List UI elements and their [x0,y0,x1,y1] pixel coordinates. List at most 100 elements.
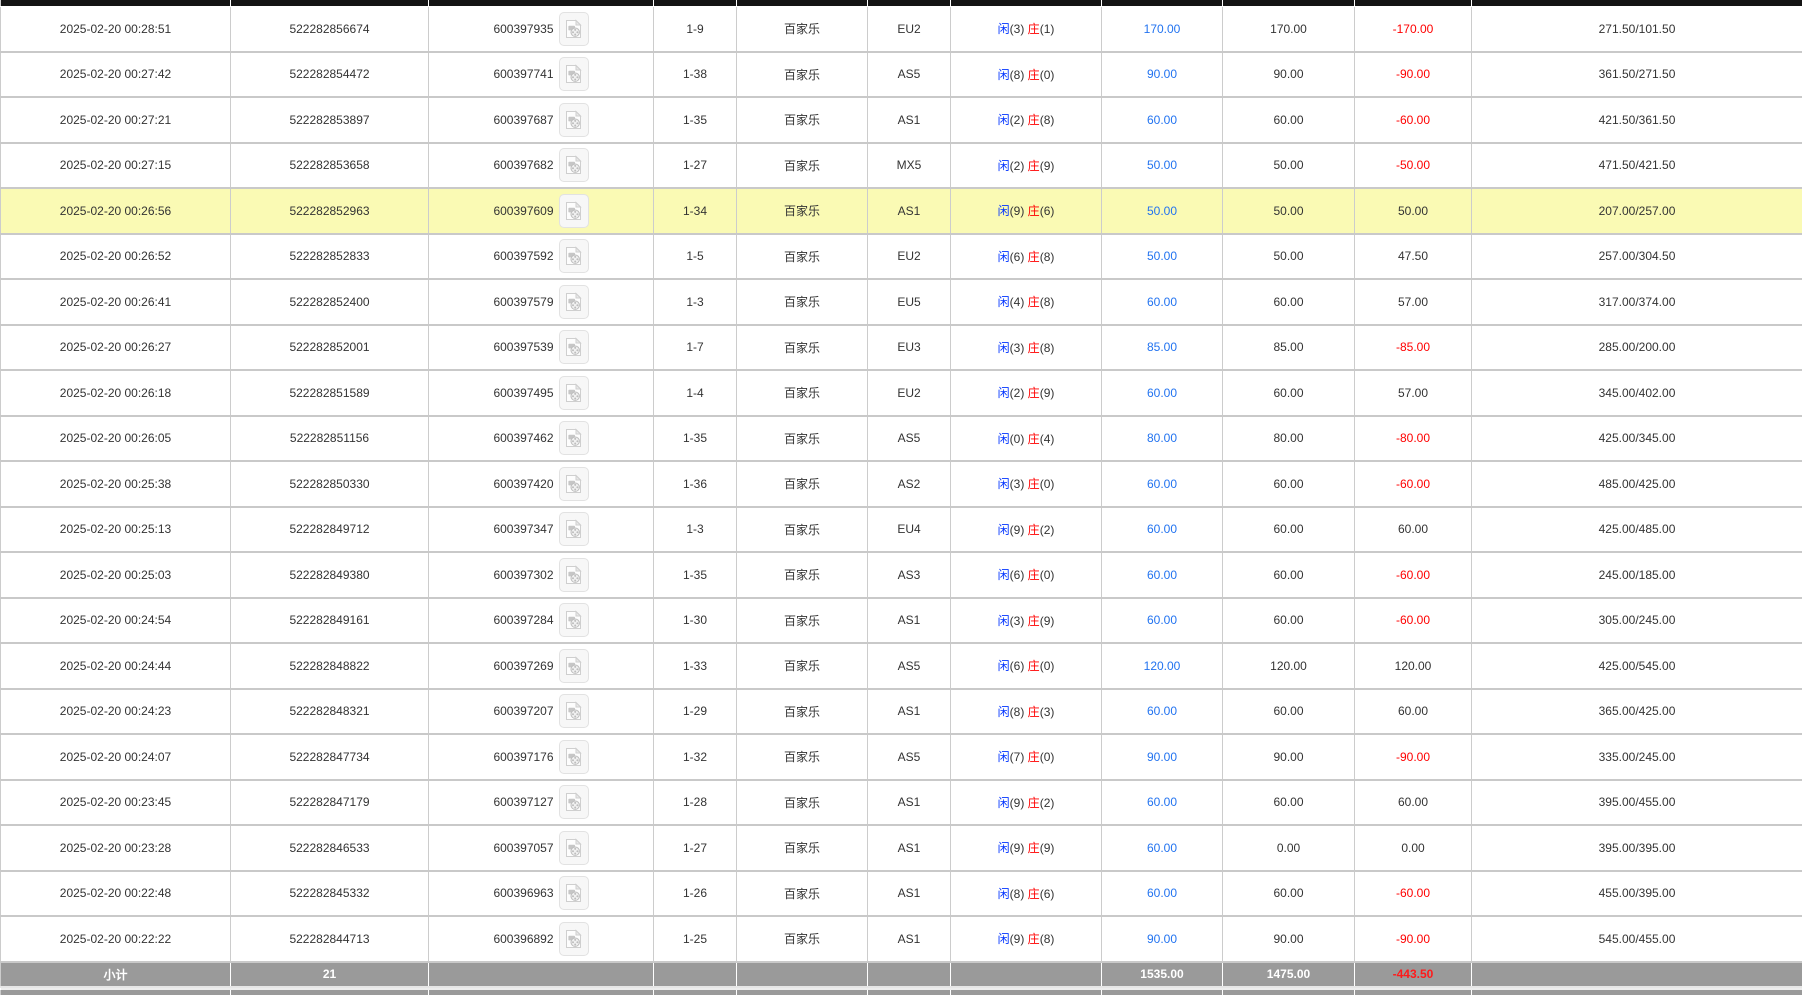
bet-amount-link[interactable]: 60.00 [1147,386,1177,400]
video-replay-button[interactable] [559,785,589,819]
cell-bet-amount: 170.00 [1102,7,1223,52]
bet-amount-link[interactable]: 60.00 [1147,841,1177,855]
video-replay-button[interactable] [559,57,589,91]
banker-label: 庄 [1028,659,1040,673]
film-icon [565,292,582,312]
bet-amount-link[interactable]: 60.00 [1147,522,1177,536]
table-row[interactable]: 2025-02-20 00:26:56 522282852963 6003976… [1,188,1802,234]
table-row[interactable]: 2025-02-20 00:26:05 522282851156 6003974… [1,416,1802,462]
video-replay-button[interactable] [559,694,589,728]
table-row[interactable]: 2025-02-20 00:25:03 522282849380 6003973… [1,552,1802,598]
table-row[interactable]: 2025-02-20 00:24:44 522282848822 6003972… [1,643,1802,689]
video-replay-button[interactable] [559,421,589,455]
cell-win-loss: 60.00 [1355,507,1472,553]
banker-label: 庄 [1028,887,1040,901]
game-number-text: 600397057 [493,841,553,855]
table-row[interactable]: 2025-02-20 00:26:18 522282851589 6003974… [1,370,1802,416]
table-row[interactable]: 2025-02-20 00:25:13 522282849712 6003973… [1,507,1802,553]
bet-amount-link[interactable]: 60.00 [1147,477,1177,491]
cell-bet-time: 2025-02-20 00:26:52 [1,234,231,280]
cell-win-loss: -85.00 [1355,325,1472,371]
table-row[interactable]: 2025-02-20 00:25:38 522282850330 6003974… [1,461,1802,507]
cell-win-loss: -170.00 [1355,7,1472,52]
cell-table-code: EU5 [868,279,951,325]
cell-result: 闲(2) 庄(8) [951,97,1102,143]
bet-amount-link[interactable]: 170.00 [1144,22,1181,36]
cell-game-type: 百家乐 [737,325,868,371]
bet-amount-link[interactable]: 60.00 [1147,795,1177,809]
bet-amount-link[interactable]: 80.00 [1147,431,1177,445]
bet-amount-link[interactable]: 60.00 [1147,886,1177,900]
table-row[interactable]: 2025-02-20 00:23:28 522282846533 6003970… [1,825,1802,871]
player-count: 6 [1014,659,1021,673]
table-row[interactable]: 2025-02-20 00:23:45 522282847179 6003971… [1,780,1802,826]
cell-balance: 421.50/361.50 [1472,97,1802,143]
cell-bet-time: 2025-02-20 00:23:45 [1,780,231,826]
bet-amount-link[interactable]: 85.00 [1147,340,1177,354]
video-replay-button[interactable] [559,467,589,501]
table-row[interactable]: 2025-02-20 00:26:41 522282852400 6003975… [1,279,1802,325]
video-replay-button[interactable] [559,103,589,137]
cell-table-code: MX5 [868,143,951,189]
table-row[interactable]: 2025-02-20 00:26:27 522282852001 6003975… [1,325,1802,371]
bet-amount-link[interactable]: 90.00 [1147,750,1177,764]
player-label: 闲 [998,659,1010,673]
cell-result: 闲(7) 庄(0) [951,734,1102,780]
game-number-text: 600397539 [493,340,553,354]
cell-game-type: 百家乐 [737,416,868,462]
video-replay-button[interactable] [559,285,589,319]
bet-amount-link[interactable]: 50.00 [1147,249,1177,263]
bet-amount-link[interactable]: 60.00 [1147,568,1177,582]
cell-bet-amount: 50.00 [1102,143,1223,189]
table-row[interactable]: 2025-02-20 00:24:23 522282848321 6003972… [1,689,1802,735]
video-replay-button[interactable] [559,12,589,46]
video-replay-button[interactable] [559,376,589,410]
player-count: 9 [1014,796,1021,810]
table-row[interactable]: 2025-02-20 00:22:22 522282844713 6003968… [1,916,1802,962]
video-replay-button[interactable] [559,194,589,228]
video-replay-button[interactable] [559,740,589,774]
banker-count: 9 [1044,159,1051,173]
table-row[interactable]: 2025-02-20 00:27:21 522282853897 6003976… [1,97,1802,143]
cell-table-round: 1-5 [654,234,737,280]
bet-amount-link[interactable]: 60.00 [1147,704,1177,718]
bet-amount-link[interactable]: 60.00 [1147,295,1177,309]
video-replay-button[interactable] [559,876,589,910]
bet-amount-link[interactable]: 50.00 [1147,204,1177,218]
cell-table-code: AS1 [868,97,951,143]
table-row[interactable]: 2025-02-20 00:26:52 522282852833 6003975… [1,234,1802,280]
video-replay-button[interactable] [559,239,589,273]
table-row[interactable]: 2025-02-20 00:28:51 522282856674 6003979… [1,7,1802,52]
film-icon [565,883,582,903]
video-replay-button[interactable] [559,512,589,546]
bet-amount-link[interactable]: 120.00 [1144,659,1181,673]
table-row[interactable]: 2025-02-20 00:27:15 522282853658 6003976… [1,143,1802,189]
video-replay-button[interactable] [559,649,589,683]
subtotal-empty-table [868,962,951,987]
banker-label: 庄 [1028,432,1040,446]
bet-amount-link[interactable]: 90.00 [1147,932,1177,946]
bet-amount-link[interactable]: 90.00 [1147,67,1177,81]
table-row[interactable]: 2025-02-20 00:27:42 522282854472 6003977… [1,52,1802,98]
cell-win-loss: -60.00 [1355,97,1472,143]
video-replay-button[interactable] [559,330,589,364]
banker-label: 庄 [1028,113,1040,127]
cell-bet-amount: 60.00 [1102,370,1223,416]
banker-count: 0 [1044,477,1051,491]
bet-amount-link[interactable]: 60.00 [1147,613,1177,627]
video-replay-button[interactable] [559,603,589,637]
cell-bet-amount: 85.00 [1102,325,1223,371]
video-replay-button[interactable] [559,831,589,865]
bet-amount-link[interactable]: 50.00 [1147,158,1177,172]
table-row[interactable]: 2025-02-20 00:24:54 522282849161 6003972… [1,598,1802,644]
cell-bet-time: 2025-02-20 00:24:44 [1,643,231,689]
table-row[interactable]: 2025-02-20 00:22:48 522282845332 6003969… [1,871,1802,917]
banker-label: 庄 [1028,750,1040,764]
game-number-text: 600397935 [493,22,553,36]
video-replay-button[interactable] [559,148,589,182]
cell-bet-time: 2025-02-20 00:26:41 [1,279,231,325]
table-row[interactable]: 2025-02-20 00:24:07 522282847734 6003971… [1,734,1802,780]
bet-amount-link[interactable]: 60.00 [1147,113,1177,127]
video-replay-button[interactable] [559,558,589,592]
video-replay-button[interactable] [559,922,589,956]
